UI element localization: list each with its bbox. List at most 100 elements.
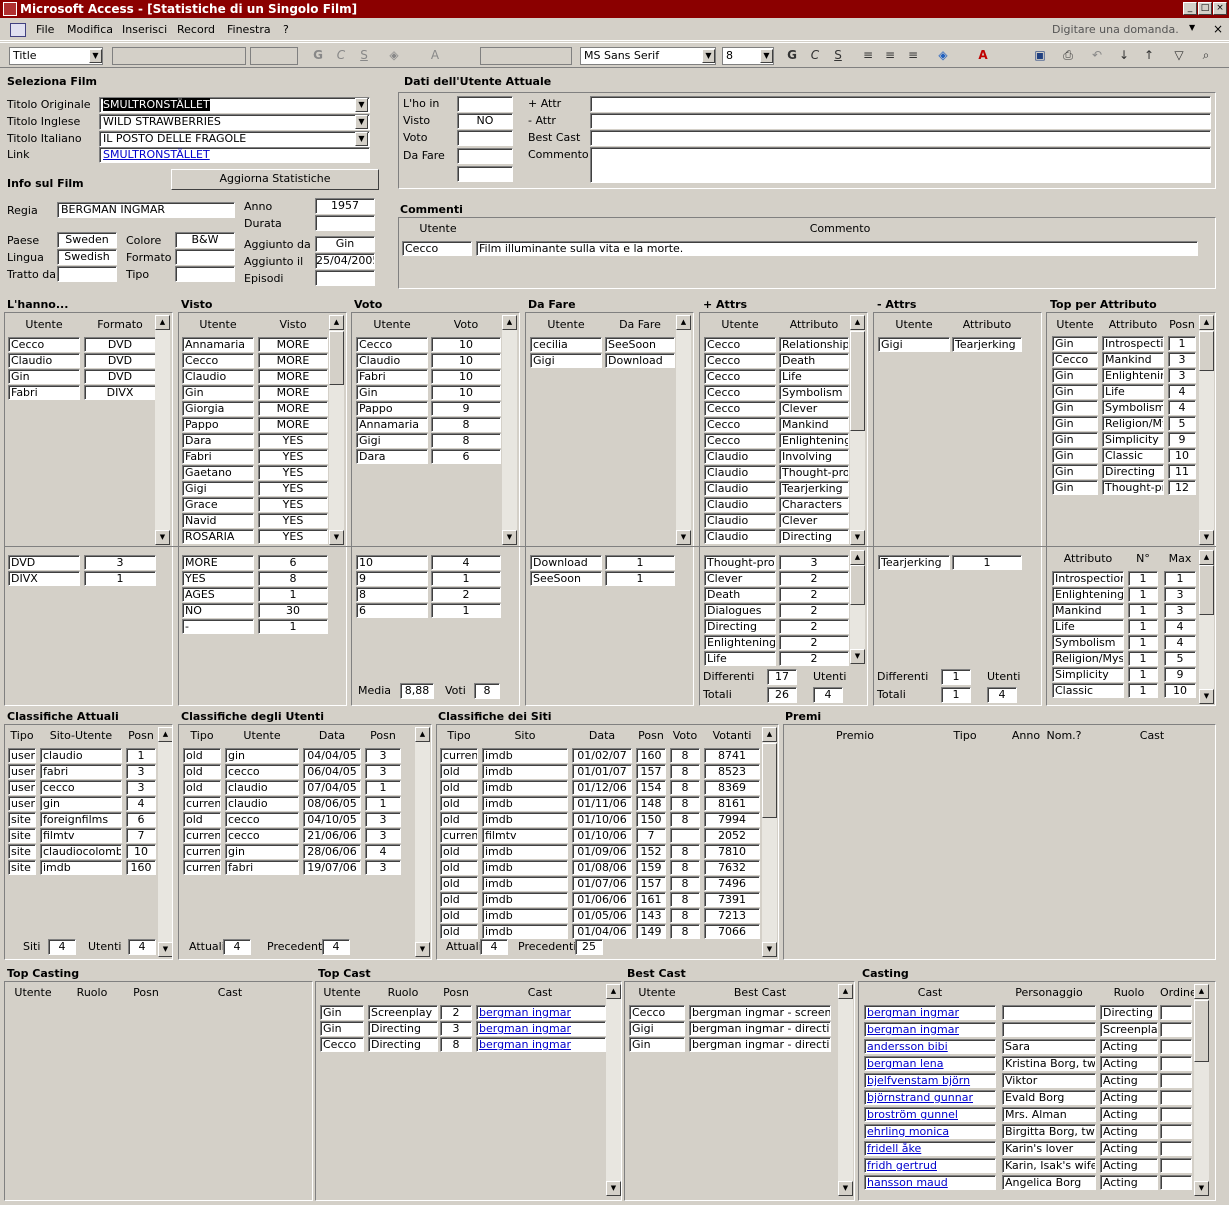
fill-color-icon[interactable]: ◈ (384, 45, 404, 65)
voto-summary-cell[interactable]: 8 (356, 587, 428, 602)
visto-cell[interactable]: Cecco (182, 353, 254, 368)
plusattrs-cell[interactable]: Claudio (704, 465, 776, 480)
utenti-field[interactable]: 4 (128, 939, 156, 955)
formato-field[interactable] (175, 249, 235, 265)
titolo-originale-combo[interactable]: SMULTRONSTÄLLET (99, 97, 370, 113)
voto-summary-cell[interactable]: 10 (356, 555, 428, 570)
minusattrs-cell[interactable]: Gigi (878, 337, 950, 352)
topattr-scroll-thumb[interactable] (1199, 331, 1214, 371)
topattr-summary-cell[interactable]: 3 (1164, 587, 1196, 602)
link-field[interactable]: SMULTRONSTÄLLET (99, 147, 370, 163)
dafare-cell[interactable]: Gigi (530, 353, 602, 368)
maximize-icon[interactable]: □ (1198, 2, 1212, 15)
plus-utenti-field[interactable]: 4 (813, 687, 843, 703)
visto-summary-cell[interactable]: 1 (258, 619, 328, 634)
dafare-cell[interactable]: Download (605, 353, 675, 368)
visto-cell[interactable]: YES (258, 481, 328, 496)
hanno-cell[interactable]: DVD (84, 369, 156, 384)
topattr-cell[interactable]: 9 (1168, 432, 1196, 447)
minus-differenti-field[interactable]: 1 (941, 669, 971, 685)
topattr-summary-cell[interactable]: Mankind (1052, 603, 1124, 618)
plusattrs-cell[interactable]: Clever (779, 401, 849, 416)
voto-cell[interactable]: Gigi (356, 433, 428, 448)
voto-summary-cell[interactable]: 4 (431, 555, 501, 570)
plusattrs-scroll-thumb[interactable] (850, 331, 865, 431)
visto-cell[interactable]: ROSARIA (182, 529, 254, 544)
bold-icon[interactable]: G (782, 45, 802, 65)
topattr-summary-cell[interactable]: 1 (1164, 571, 1196, 586)
plusattrs-summary-cell[interactable]: Directing (704, 619, 776, 634)
voto-scroll-down-icon[interactable]: ▼ (502, 530, 517, 545)
voto-cell[interactable]: Gin (356, 385, 428, 400)
ut-precedenti-field[interactable]: 4 (322, 939, 350, 955)
chevron-down-icon[interactable]: ▼ (355, 115, 368, 129)
menu-finestra[interactable]: Finestra (227, 23, 271, 36)
ut-attuali-field[interactable]: 4 (223, 939, 251, 955)
plusattrs-cell[interactable]: Claudio (704, 529, 776, 544)
visto-cell[interactable]: MORE (258, 385, 328, 400)
topattr-cell[interactable]: Gin (1052, 400, 1098, 415)
plusattrs-cell[interactable]: Clever (779, 513, 849, 528)
voto-cell[interactable]: Pappo (356, 401, 428, 416)
visto-summary-cell[interactable]: 8 (258, 571, 328, 586)
topattr-summary-cell[interactable]: Life (1052, 619, 1124, 634)
voto-cell[interactable]: 9 (431, 401, 501, 416)
visto-summary-cell[interactable]: - (182, 619, 254, 634)
plusattrs-cell[interactable]: Life (779, 369, 849, 384)
topattr-summary-cell[interactable]: 1 (1128, 667, 1158, 682)
topattr-cell[interactable]: 1 (1168, 336, 1196, 351)
topattr-cell[interactable]: Cecco (1052, 352, 1098, 367)
form-icon[interactable] (10, 23, 26, 37)
visto-cell[interactable]: MORE (258, 337, 328, 352)
topattr-summary-cell[interactable]: Simplicity (1052, 667, 1124, 682)
hanno-cell[interactable]: DVD (84, 353, 156, 368)
visto-summary-cell[interactable]: YES (182, 571, 254, 586)
sort-ascending-icon[interactable]: ↓ (1114, 45, 1134, 65)
plus-attr-field[interactable] (590, 96, 1211, 112)
plusattrs-cell[interactable]: Claudio (704, 513, 776, 528)
menu-inserisci[interactable]: Inserisci (122, 23, 167, 36)
durata-field[interactable] (315, 215, 375, 231)
hanno-cell[interactable]: Gin (8, 369, 80, 384)
visto-cell[interactable]: Fabri (182, 449, 254, 464)
best-cast-field[interactable] (590, 130, 1211, 146)
topattr-summary-cell[interactable]: 1 (1128, 603, 1158, 618)
font-color-icon[interactable]: A (425, 45, 445, 65)
plusattrs-cell[interactable]: Relationships (779, 337, 849, 352)
topattr-summary-cell[interactable]: 1 (1128, 635, 1158, 650)
topattr-cell[interactable]: Classic (1102, 448, 1164, 463)
topattr-cell[interactable]: Gin (1052, 384, 1098, 399)
voto-summary-cell[interactable]: 6 (356, 603, 428, 618)
voto-cell[interactable]: Cecco (356, 337, 428, 352)
plusattrs-scroll-up-icon[interactable]: ▲ (850, 315, 865, 330)
voto-cell[interactable]: Claudio (356, 353, 428, 368)
visto-cell[interactable]: MORE (258, 353, 328, 368)
hanno-summary-cell[interactable]: DVD (8, 555, 80, 570)
ask-dropdown-icon[interactable]: ▼ (1189, 23, 1195, 32)
plusattrs-summary-cell[interactable]: 2 (779, 651, 849, 666)
colore-field[interactable]: B&W (175, 232, 235, 248)
fill-color-icon[interactable]: ◈ (933, 45, 953, 65)
minusattrs-summary-cell[interactable]: Tearjerking (878, 555, 950, 570)
plusattrs-cell[interactable]: Enlightening (779, 433, 849, 448)
visto-cell[interactable]: Giorgia (182, 401, 254, 416)
menu-modifica[interactable]: Modifica (67, 23, 113, 36)
plusattrs-summary-cell[interactable]: Dialogues (704, 603, 776, 618)
topattr-summary-cell[interactable]: Introspection (1052, 571, 1124, 586)
hanno-summary-cell[interactable]: DIVX (8, 571, 80, 586)
find-icon[interactable]: ⌕ (1196, 45, 1216, 65)
plusattrs-cell[interactable]: Cecco (704, 401, 776, 416)
plusattrs-cell[interactable]: Claudio (704, 481, 776, 496)
topattr-summary-cell[interactable]: 4 (1164, 635, 1196, 650)
chevron-down-icon[interactable]: ▼ (355, 132, 368, 146)
print-icon[interactable]: ⎙ (1058, 45, 1078, 65)
visto-summary-cell[interactable]: 1 (258, 587, 328, 602)
topattr-summary-cell[interactable]: 1 (1128, 683, 1158, 698)
sort-descending-icon[interactable]: ↑ (1139, 45, 1159, 65)
plusattrs-summary-cell[interactable]: 2 (779, 635, 849, 650)
minus-utenti-field[interactable]: 4 (987, 687, 1017, 703)
visto-summary-cell[interactable]: NO (182, 603, 254, 618)
episodi-field[interactable] (315, 270, 375, 286)
plusattrs-summary-cell[interactable]: 3 (779, 555, 849, 570)
minus-totali-field[interactable]: 1 (941, 687, 971, 703)
